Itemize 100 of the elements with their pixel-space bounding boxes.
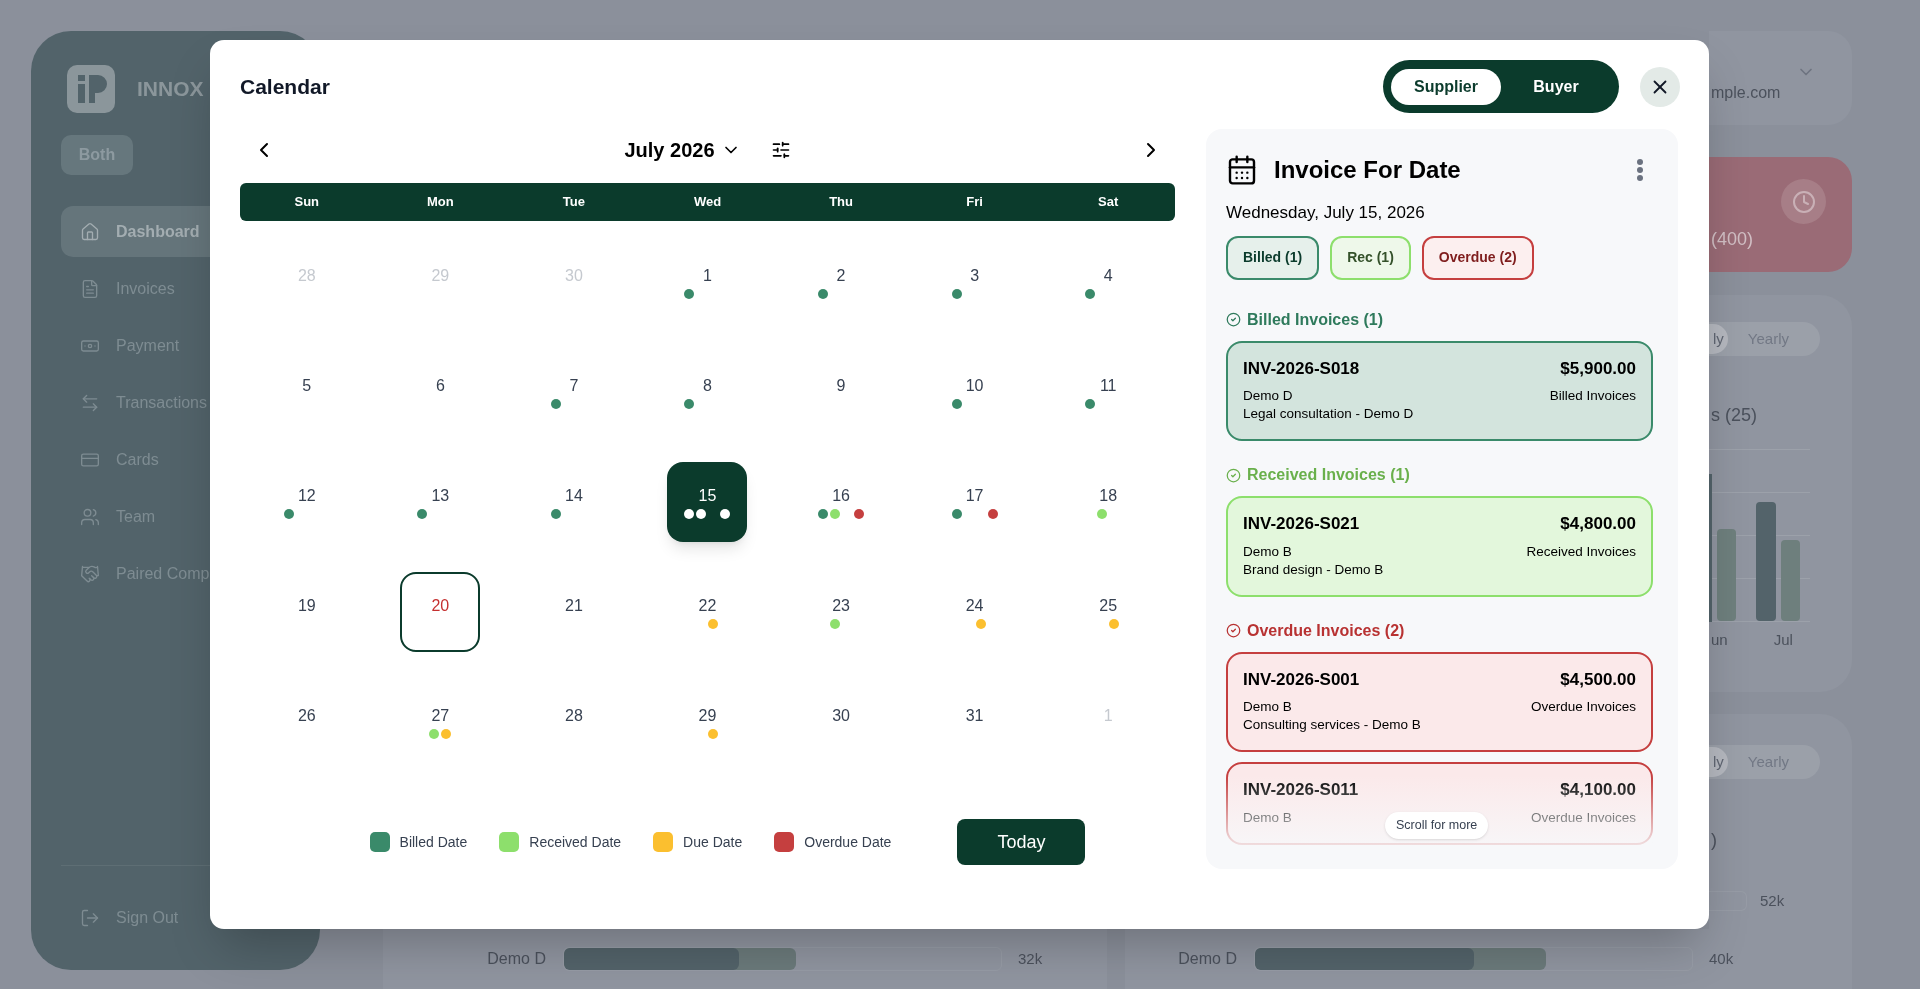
mode-tab[interactable]: Buyer (1501, 68, 1611, 105)
mode-tab[interactable]: Supplier (1391, 68, 1501, 105)
invoice-company: Demo D (1243, 387, 1293, 405)
invoice-card[interactable]: INV-2026-S001 $4,500.00 Demo B Overdue Invoices Consulting services - Demo B (1226, 651, 1653, 752)
calendar-day[interactable]: 30 (801, 682, 882, 762)
bar-label: Demo D (1177, 949, 1237, 969)
calendar-day[interactable]: 14 (533, 462, 614, 542)
calendar-day[interactable]: 5 (266, 352, 347, 432)
calendar-day[interactable]: 1 (667, 242, 748, 322)
ranking-subtitle: ) (1710, 829, 1718, 852)
scroll-hint: Scroll for more (1385, 812, 1489, 839)
invoice-category: Overdue Invoices (1530, 808, 1636, 827)
check-circle-icon (1226, 312, 1241, 327)
bar-label: Demo D (486, 949, 546, 969)
calendar-day[interactable]: 31 (934, 682, 1015, 762)
invoice-card[interactable]: INV-2026-S018 $5,900.00 Demo D Billed Invoices Legal consultation - Demo D (1226, 340, 1653, 441)
calendar-day[interactable]: 7 (533, 352, 614, 432)
calendar-day[interactable]: 13 (400, 462, 481, 542)
bar-value: 52k (1760, 891, 1785, 911)
month-label: un (1710, 630, 1728, 650)
filter-chip[interactable]: Rec (1) (1330, 235, 1411, 280)
selected-date: Wednesday, July 15, 2026 (1226, 202, 1426, 224)
calendar-day[interactable]: 24 (934, 572, 1015, 652)
calendar-day[interactable]: 3 (934, 242, 1015, 322)
handshake-icon (80, 563, 100, 584)
invoice-category: Billed Invoices (1549, 387, 1636, 405)
invoice-company: Demo B (1243, 808, 1292, 827)
home-icon (80, 221, 100, 242)
legend-label: Due Date (683, 832, 743, 852)
calendar-day[interactable]: 10 (934, 352, 1015, 432)
filter-button[interactable] (770, 140, 791, 160)
check-circle-icon (1226, 623, 1241, 638)
calendar-day[interactable]: 8 (667, 352, 748, 432)
invoice-amount: $4,500.00 (1560, 668, 1636, 691)
calendar-day[interactable]: 9 (801, 352, 882, 432)
weekday-label: Wed (692, 193, 723, 212)
weekday-label: Fri (965, 193, 984, 212)
filter-chip[interactable]: Overdue (2) (1421, 235, 1534, 280)
invoice-number: INV-2026-S021 (1243, 513, 1360, 535)
invoice-number: INV-2026-S001 (1243, 668, 1360, 691)
weekday-label: Mon (426, 193, 455, 212)
calendar-day[interactable]: 16 (801, 462, 882, 542)
swap-arrows-icon (80, 392, 100, 413)
invoice-description: Consulting services - Demo B (1243, 716, 1422, 734)
month-label: Jul (1773, 630, 1793, 650)
filter-chip[interactable]: Billed (1) (1226, 235, 1320, 280)
calendar-day[interactable]: 23 (801, 572, 882, 652)
dialog-title: Calendar (240, 73, 330, 100)
section-title: Overdue Invoices (2) (1247, 620, 1405, 641)
calendar-day[interactable]: 4 (1068, 242, 1149, 322)
invoice-card[interactable]: INV-2026-S021 $4,800.00 Demo B Received Invoices Brand design - Demo B (1226, 496, 1653, 597)
weekday-label: Tue (561, 193, 586, 212)
invoice-amount: $4,800.00 (1560, 513, 1636, 535)
document-icon (80, 278, 100, 299)
weekday-label: Sat (1097, 193, 1120, 212)
weekday-label: Thu (828, 193, 854, 212)
calendar-day[interactable]: 6 (400, 352, 481, 432)
calendar-day[interactable]: 29 (667, 682, 748, 762)
invoice-company: Demo B (1243, 542, 1292, 561)
alert-count: (400) (1710, 228, 1755, 251)
invoice-company: Demo B (1243, 698, 1292, 716)
legend-label: Overdue Date (804, 832, 892, 852)
invoice-number: INV-2026-S018 (1243, 357, 1360, 380)
logout-icon (80, 908, 100, 928)
invoice-amount: $4,100.00 (1560, 779, 1636, 801)
calendar-day[interactable]: 2 (801, 242, 882, 322)
calendar-day[interactable]: 18 (1068, 462, 1149, 542)
invoice-description: Brand design - Demo B (1243, 560, 1385, 579)
calendar-day[interactable]: 20 (400, 572, 481, 652)
calendar-day[interactable]: 27 (400, 682, 481, 762)
people-icon (80, 506, 100, 527)
weekday-label: Sun (293, 193, 321, 212)
kebab-icon (1637, 159, 1643, 181)
panel-title: Invoice For Date (1274, 155, 1461, 185)
check-circle-icon (1226, 467, 1241, 483)
calendar-day[interactable]: 28 (533, 682, 614, 762)
close-button[interactable] (1640, 66, 1680, 107)
calendar-day[interactable]: 15 (667, 462, 748, 542)
calendar-day[interactable]: 21 (533, 572, 614, 652)
calendar-day[interactable]: 26 (266, 682, 347, 762)
month-picker[interactable]: July 2026 (624, 135, 741, 165)
legend-label: Received Date (529, 832, 622, 852)
sliders-icon (770, 140, 791, 160)
invoice-category: Overdue Invoices (1530, 698, 1636, 716)
invoice-number: INV-2026-S011 (1243, 779, 1359, 801)
chart-subtitle: s (25) (1710, 404, 1758, 427)
calendar-day[interactable]: 12 (266, 462, 347, 542)
calendar-day[interactable]: 22 (667, 572, 748, 652)
calendar-day[interactable]: 25 (1068, 572, 1149, 652)
section-title: Billed Invoices (1) (1247, 309, 1384, 330)
section-title: Received Invoices (1) (1247, 465, 1410, 485)
logo-icon (67, 65, 115, 113)
bar-value: 40k (1709, 948, 1734, 969)
calendar-day[interactable]: 11 (1068, 352, 1149, 432)
calendar-day[interactable]: 19 (266, 572, 347, 652)
invoice-category: Received Invoices (1526, 542, 1636, 561)
invoice-amount: $5,900.00 (1560, 357, 1636, 380)
calendar-day[interactable]: 17 (934, 462, 1015, 542)
today-button[interactable]: Today (957, 819, 1086, 865)
calendar-icon (1226, 154, 1258, 186)
